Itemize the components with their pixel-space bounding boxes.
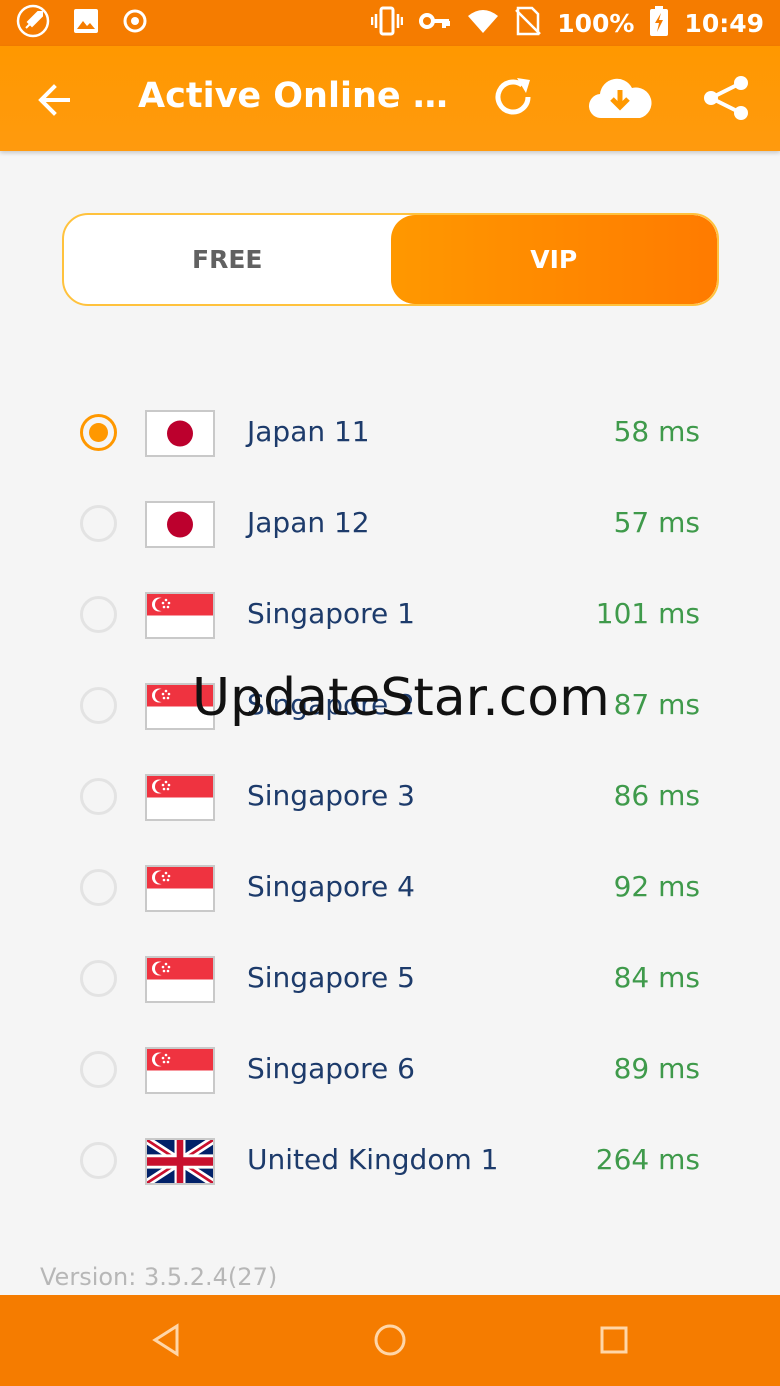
server-row[interactable]: Singapore 1 101 ms <box>0 569 780 660</box>
tab-free[interactable]: FREE <box>64 215 391 304</box>
battery-percentage: 100% <box>557 8 635 38</box>
no-sim-icon <box>515 6 542 41</box>
server-row[interactable]: Singapore 4 92 ms <box>0 842 780 933</box>
singapore-flag-icon <box>145 774 215 821</box>
server-name: Singapore 2 <box>247 688 415 721</box>
united-kingdom-flag-icon <box>145 1138 215 1185</box>
server-ping: 89 ms <box>613 1052 700 1085</box>
radio-button[interactable] <box>80 1051 117 1088</box>
radio-button[interactable] <box>80 687 117 724</box>
tab-vip[interactable]: VIP <box>390 215 717 304</box>
radio-button[interactable] <box>80 778 117 815</box>
radio-button[interactable] <box>80 1142 117 1179</box>
cloud-download-icon[interactable] <box>588 76 652 125</box>
wifi-icon <box>467 8 499 39</box>
server-ping: 86 ms <box>613 779 700 812</box>
radio-button-selected[interactable] <box>80 414 117 451</box>
navigation-bar <box>0 1295 780 1386</box>
server-ping: 264 ms <box>595 1143 700 1176</box>
radio-button[interactable] <box>80 960 117 997</box>
server-ping: 84 ms <box>613 961 700 994</box>
server-name: Singapore 5 <box>247 961 415 994</box>
server-ping: 57 ms <box>613 506 700 539</box>
server-list: Japan 11 58 ms Japan 12 57 ms Singapore … <box>0 387 780 1206</box>
server-row[interactable]: Singapore 6 89 ms <box>0 1024 780 1115</box>
back-arrow-icon[interactable] <box>34 80 74 120</box>
server-row[interactable]: Singapore 2 87 ms <box>0 660 780 751</box>
app-bar: Active Online Se... <box>0 46 780 151</box>
radio-button[interactable] <box>80 869 117 906</box>
recent-apps-square-icon[interactable] <box>599 1325 629 1360</box>
share-icon[interactable] <box>702 74 750 127</box>
server-row[interactable]: Japan 12 57 ms <box>0 478 780 569</box>
refresh-icon[interactable] <box>490 74 536 125</box>
home-circle-icon[interactable] <box>373 1323 407 1362</box>
server-row[interactable]: Singapore 5 84 ms <box>0 933 780 1024</box>
image-icon <box>72 7 100 40</box>
key-icon <box>419 10 451 37</box>
server-name: Singapore 1 <box>247 597 415 630</box>
server-row[interactable]: United Kingdom 1 264 ms <box>0 1115 780 1206</box>
server-name: Singapore 6 <box>247 1052 415 1085</box>
server-name: Japan 12 <box>247 506 370 539</box>
japan-flag-icon <box>145 501 215 548</box>
battery-charging-icon <box>650 5 669 41</box>
rocket-icon <box>16 4 50 43</box>
server-row[interactable]: Japan 11 58 ms <box>0 387 780 478</box>
server-row[interactable]: Singapore 3 86 ms <box>0 751 780 842</box>
server-type-tabs: FREE VIP <box>62 213 719 306</box>
server-name: Singapore 3 <box>247 779 415 812</box>
radio-button[interactable] <box>80 505 117 542</box>
version-label: Version: 3.5.2.4(27) <box>40 1263 278 1291</box>
back-triangle-icon[interactable] <box>150 1323 182 1362</box>
server-name: Japan 11 <box>247 415 370 448</box>
server-ping: 58 ms <box>613 415 700 448</box>
record-icon <box>122 8 148 39</box>
japan-flag-icon <box>145 410 215 457</box>
server-name: Singapore 4 <box>247 870 415 903</box>
singapore-flag-icon <box>145 592 215 639</box>
status-bar: 100% 10:49 <box>0 0 780 46</box>
singapore-flag-icon <box>145 956 215 1003</box>
server-ping: 101 ms <box>595 597 700 630</box>
vibrate-icon <box>370 6 404 41</box>
radio-button[interactable] <box>80 596 117 633</box>
server-name: United Kingdom 1 <box>247 1143 499 1176</box>
server-ping: 87 ms <box>613 688 700 721</box>
singapore-flag-icon <box>145 865 215 912</box>
clock: 10:49 <box>684 8 764 38</box>
singapore-flag-icon <box>145 1047 215 1094</box>
page-title: Active Online Se... <box>138 76 458 116</box>
singapore-flag-icon <box>145 683 215 730</box>
server-ping: 92 ms <box>613 870 700 903</box>
